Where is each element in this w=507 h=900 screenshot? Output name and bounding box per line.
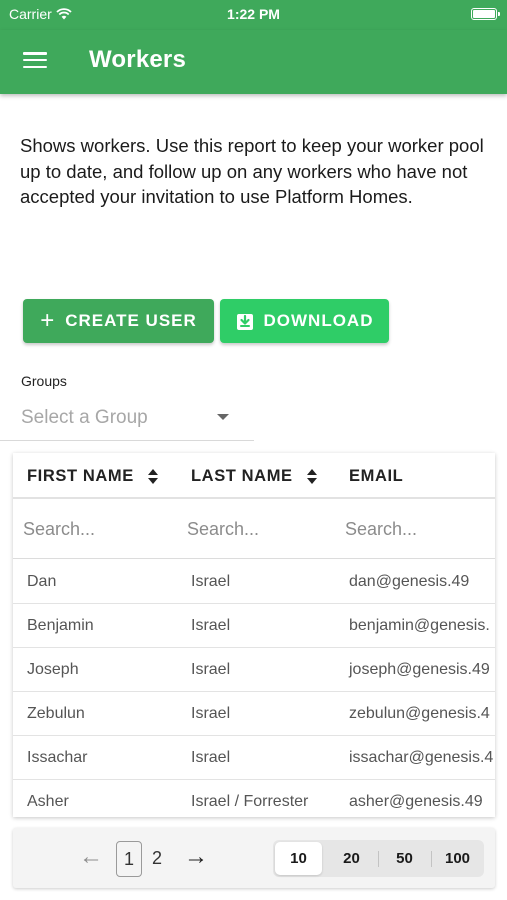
sort-icon — [147, 468, 158, 485]
page-size-10-button[interactable]: 10 — [275, 842, 322, 875]
last-name-cell: Israel / Forrester — [191, 793, 309, 810]
table-row[interactable]: Benjamin Israel benjamin@genesis. — [13, 604, 495, 648]
table-row[interactable]: Asher Israel / Forrester asher@genesis.4… — [13, 780, 495, 817]
email-cell: dan@genesis.49 — [349, 573, 470, 590]
table-header: FIRST NAME LAST NAME EMAIL — [13, 453, 495, 499]
download-label: DOWNLOAD — [263, 311, 374, 330]
app-bar: Workers — [0, 30, 507, 94]
create-user-label: CREATE USER — [65, 311, 197, 330]
email-search-input[interactable] — [345, 515, 490, 543]
status-time: 1:22 PM — [227, 6, 280, 22]
email-cell: zebulun@genesis.4 — [349, 705, 490, 722]
email-cell: issachar@genesis.4 — [349, 749, 494, 766]
hamburger-menu-icon[interactable] — [23, 50, 47, 70]
page-size-50-button[interactable]: 50 — [381, 842, 428, 875]
table-row[interactable]: Joseph Israel joseph@genesis.49 — [13, 648, 495, 692]
column-last-name-label: LAST NAME — [191, 467, 293, 485]
first-name-cell: Issachar — [27, 749, 88, 766]
group-select[interactable]: Select a Group — [0, 397, 254, 441]
first-name-cell: Zebulun — [27, 705, 85, 722]
column-first-name-label: FIRST NAME — [27, 467, 134, 485]
first-name-search-input[interactable] — [23, 515, 173, 543]
email-cell: benjamin@genesis. — [349, 617, 490, 634]
last-name-cell: Israel — [191, 661, 231, 678]
next-page-arrow-icon[interactable]: → — [184, 845, 208, 869]
first-name-cell: Dan — [27, 573, 57, 590]
last-name-cell: Israel — [191, 705, 231, 722]
divider — [378, 851, 379, 867]
workers-table: FIRST NAME LAST NAME EMAIL Dan Israel da… — [13, 453, 495, 817]
column-email-label: EMAIL — [349, 467, 404, 485]
last-name-cell: Israel — [191, 749, 231, 766]
search-row — [13, 499, 495, 559]
table-row[interactable]: Zebulun Israel zebulun@genesis.4 — [13, 692, 495, 736]
column-last-name[interactable]: LAST NAME — [191, 467, 317, 486]
first-name-cell: Benjamin — [27, 617, 94, 634]
status-bar: Carrier 1:22 PM — [0, 0, 507, 30]
last-name-cell: Israel — [191, 573, 231, 590]
page-title: Workers — [89, 46, 187, 73]
plus-icon: + — [40, 307, 56, 334]
column-first-name[interactable]: FIRST NAME — [27, 467, 158, 486]
page-2-button[interactable]: 2 — [149, 841, 165, 877]
divider — [431, 851, 432, 867]
create-user-button[interactable]: + CREATE USER — [23, 299, 214, 343]
sort-icon — [306, 468, 317, 485]
groups-label: Groups — [21, 373, 67, 389]
pagination-bar: ← 1 2 → 10 20 50 100 — [13, 828, 495, 888]
column-email[interactable]: EMAIL — [349, 467, 403, 486]
first-name-cell: Joseph — [27, 661, 79, 678]
table-row[interactable]: Dan Israel dan@genesis.49 — [13, 560, 495, 604]
first-name-cell: Asher — [27, 793, 69, 810]
report-description: Shows workers. Use this report to keep y… — [20, 135, 484, 207]
dropdown-caret-icon — [217, 414, 229, 420]
page-size-100-button[interactable]: 100 — [434, 842, 481, 875]
table-row[interactable]: Issachar Israel issachar@genesis.4 — [13, 736, 495, 780]
email-cell: joseph@genesis.49 — [349, 661, 490, 678]
download-icon — [236, 314, 253, 330]
last-name-search-input[interactable] — [187, 515, 337, 543]
download-button[interactable]: DOWNLOAD — [220, 299, 389, 343]
battery-icon — [471, 8, 500, 20]
last-name-cell: Israel — [191, 617, 231, 634]
page-size-20-button[interactable]: 20 — [328, 842, 375, 875]
group-select-placeholder: Select a Group — [21, 407, 148, 428]
previous-page-arrow-icon[interactable]: ← — [79, 845, 103, 869]
page-size-selector: 10 20 50 100 — [273, 840, 484, 877]
page-1-button[interactable]: 1 — [116, 841, 142, 877]
email-cell: asher@genesis.49 — [349, 793, 483, 810]
